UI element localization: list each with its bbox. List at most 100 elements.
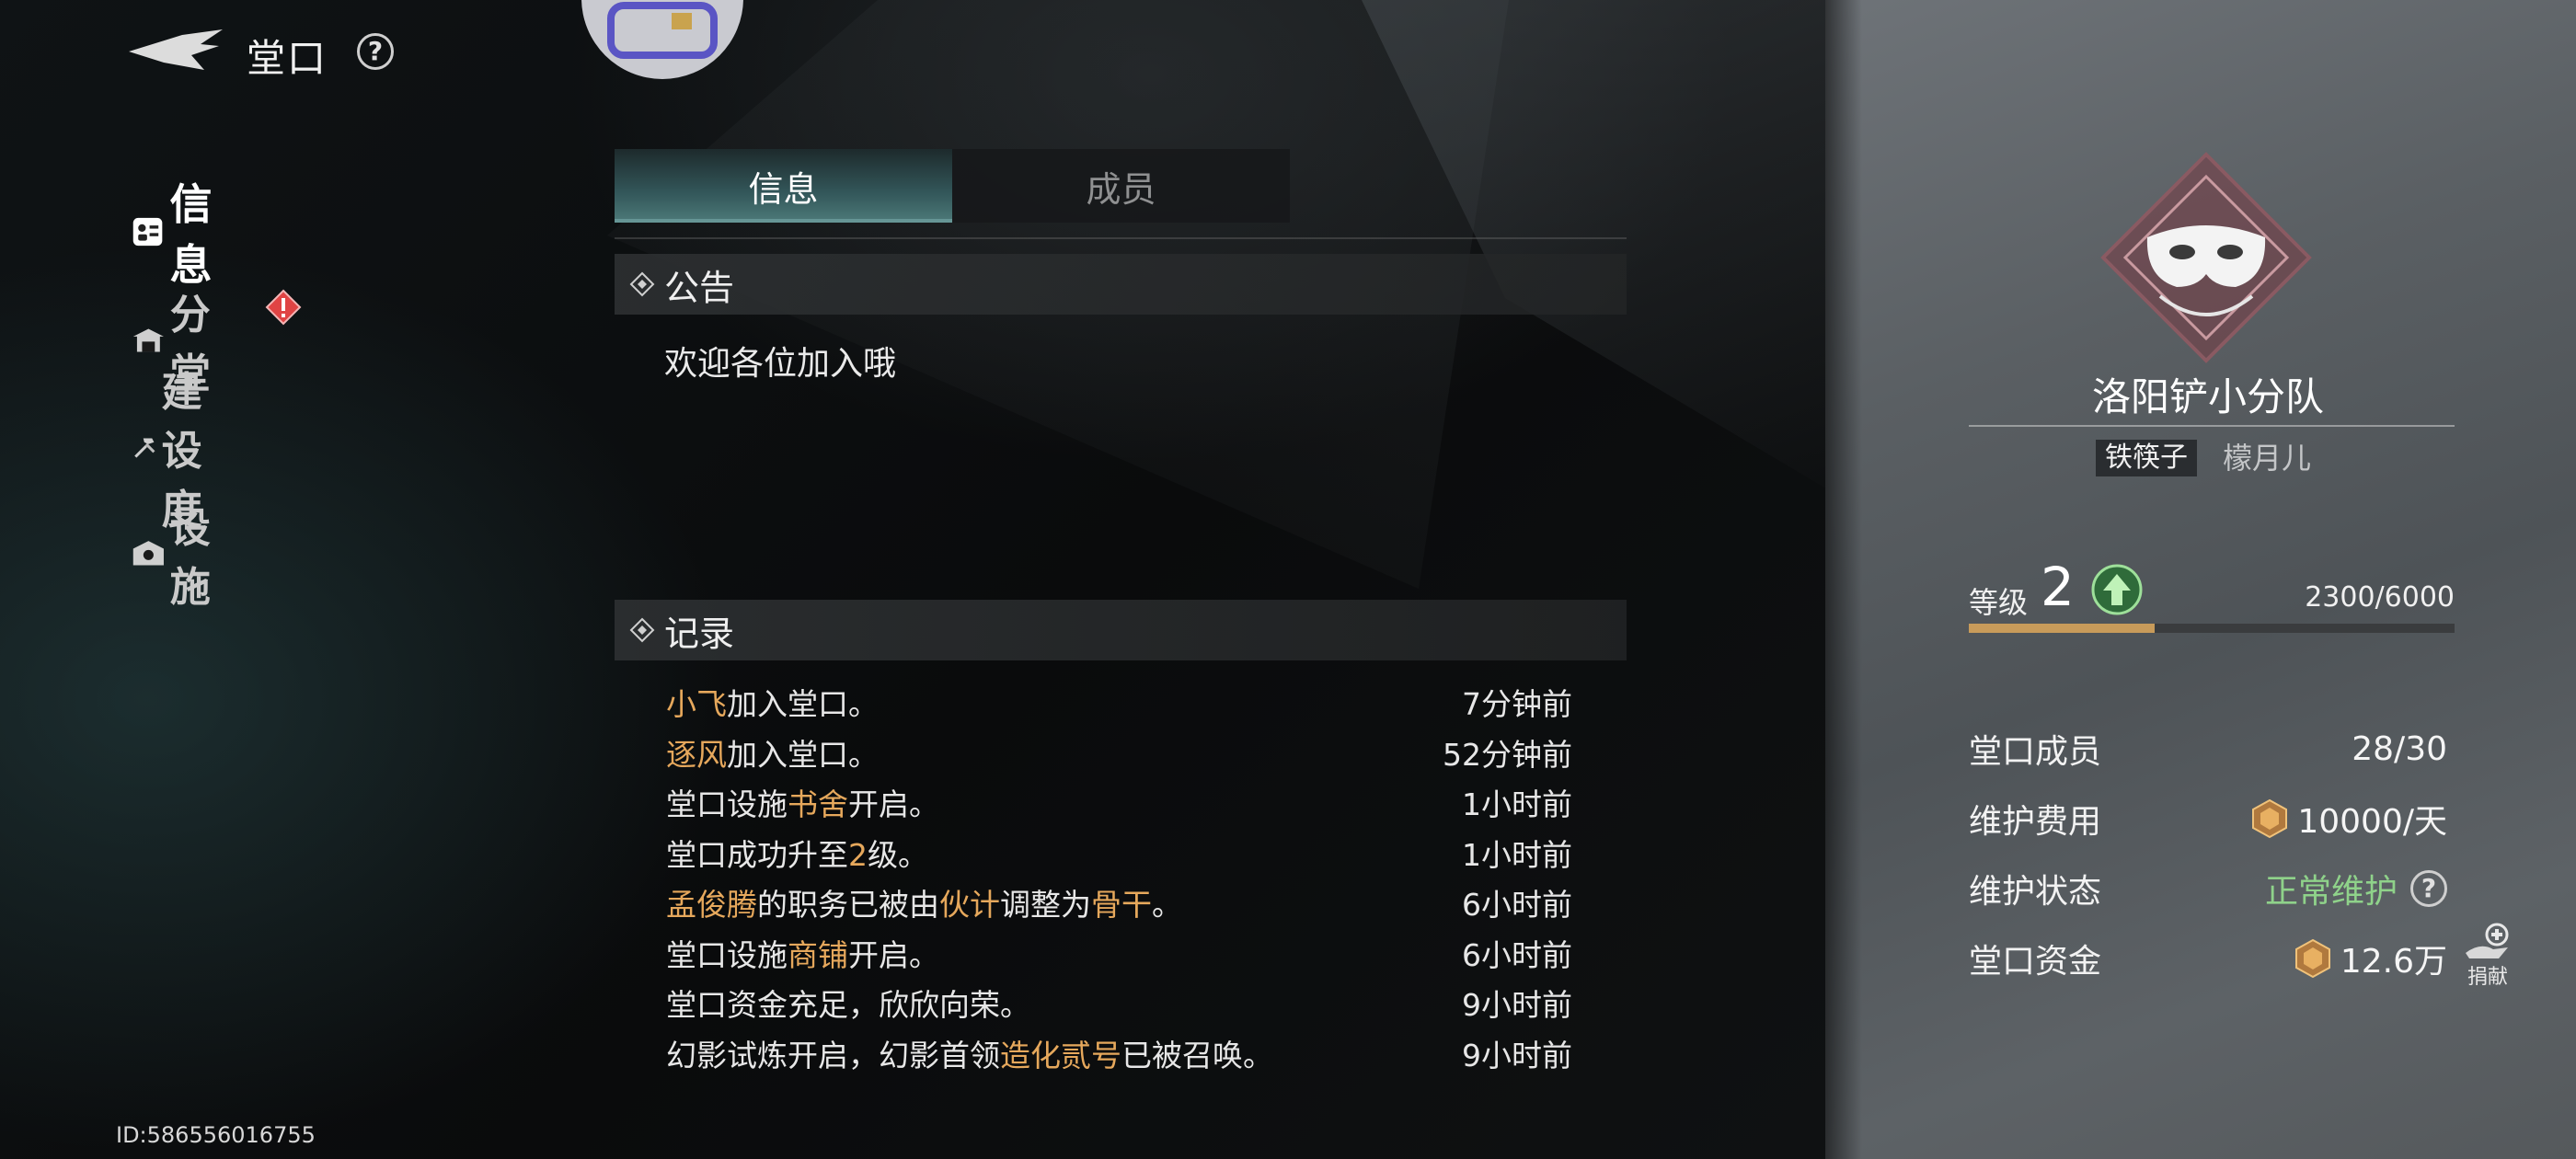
stat-label: 堂口成员 <box>1969 733 2102 771</box>
stat-value: 12.6万 <box>2340 943 2447 981</box>
notice-header: 公告 <box>615 254 1627 315</box>
record-fragment: 级。 <box>868 836 928 873</box>
record-fragment: 。 <box>1152 887 1182 923</box>
guild-emblem-mask-icon <box>2100 152 2312 363</box>
record-fragment: 堂口成功升至 <box>666 836 848 873</box>
diamond-bullet-icon <box>629 271 655 297</box>
record-text: 堂口资金充足，欣欣向荣。 <box>666 981 1030 1025</box>
record-highlight: 骨干 <box>1091 887 1152 923</box>
record-row: 孟俊腾的职务已被由伙计调整为骨干。 6小时前 <box>666 878 1572 927</box>
record-time: 6小时前 <box>1462 936 1572 973</box>
level-label: 等级 <box>1969 585 2029 620</box>
record-row: 逐风加入堂口。 52分钟前 <box>666 728 1572 777</box>
record-time: 1小时前 <box>1462 836 1572 873</box>
record-time: 9小时前 <box>1462 1037 1572 1073</box>
record-row: 堂口成功升至2级。 1小时前 <box>666 828 1572 878</box>
stat-value-wrap: 正常维护 ? <box>2265 865 2447 912</box>
record-text: 小飞加入堂口。 <box>666 680 879 724</box>
record-time: 1小时前 <box>1462 786 1572 822</box>
stat-value-wrap: 12.6万 <box>2293 935 2447 982</box>
stat-label: 维护费用 <box>1969 803 2102 841</box>
leader-name: 檬月儿 <box>2223 441 2312 476</box>
stat-label: 堂口资金 <box>1969 943 2102 981</box>
donate-icon <box>2466 923 2509 958</box>
record-row: 堂口设施商铺开启。 6小时前 <box>666 928 1572 978</box>
record-row: 幻影试炼开启，幻影首领造化贰号已被召唤。 9小时前 <box>666 1028 1572 1078</box>
coin-icon <box>2294 938 2330 979</box>
stat-upkeep-status: 维护状态 正常维护 ? <box>1969 861 2447 916</box>
record-fragment: 加入堂口。 <box>727 736 879 773</box>
record-fragment: 加入堂口。 <box>727 686 879 722</box>
record-highlight: 造化贰号 <box>1000 1037 1121 1073</box>
notice-title: 公告 <box>664 267 735 308</box>
record-text: 幻影试炼开启，幻影首领造化贰号已被召唤。 <box>666 1031 1273 1075</box>
record-highlight: 孟俊腾 <box>666 887 757 923</box>
nav-item-info[interactable]: 信息 <box>131 179 229 290</box>
nav-item-facility[interactable]: 设施 <box>131 505 227 611</box>
level-progress-fill <box>1969 624 2156 633</box>
record-time: 7分钟前 <box>1462 686 1572 722</box>
level-progress-text: 2300/6000 <box>2305 581 2455 614</box>
record-text: 堂口设施书舍开启。 <box>666 780 939 824</box>
divider <box>1969 425 2455 427</box>
facility-icon <box>132 541 164 566</box>
record-fragment: 堂口设施 <box>666 786 788 822</box>
info-card-icon <box>132 217 163 247</box>
donate-label: 捐献 <box>2467 966 2508 989</box>
hammer-tools-icon <box>134 438 155 458</box>
tab-info[interactable]: 信息 <box>615 149 952 223</box>
record-fragment: 已被召唤。 <box>1121 1037 1273 1073</box>
records-title: 记录 <box>664 613 735 654</box>
diamond-bullet-icon <box>629 617 655 643</box>
user-id: ID:586556016755 <box>116 1122 316 1148</box>
record-highlight: 小飞 <box>666 686 727 722</box>
stat-members: 堂口成员 28/30 <box>1969 721 2447 776</box>
coin-icon <box>2252 798 2288 839</box>
donate-button[interactable]: 捐献 <box>2462 922 2513 989</box>
record-text: 堂口成功升至2级。 <box>666 831 928 875</box>
records-header: 记录 <box>615 600 1627 660</box>
record-fragment: 的职务已被由 <box>757 887 939 923</box>
level-up-arrow-icon[interactable] <box>2090 563 2144 616</box>
record-row: 堂口资金充足，欣欣向荣。 9小时前 <box>666 978 1572 1027</box>
tab-bar: 信息 成员 <box>615 149 1290 223</box>
record-highlight: 2 <box>848 836 868 873</box>
tab-members[interactable]: 成员 <box>952 149 1290 223</box>
record-time: 9小时前 <box>1462 987 1572 1023</box>
nav-item-label: 信息 <box>169 179 213 290</box>
nav-item-label: 设施 <box>169 505 212 611</box>
record-highlight: 伙计 <box>939 887 1000 923</box>
level-progress-bar <box>1969 624 2455 633</box>
notice-text: 欢迎各位加入哦 <box>664 345 897 383</box>
stat-label: 维护状态 <box>1969 873 2102 911</box>
record-text: 逐风加入堂口。 <box>666 730 879 775</box>
record-time: 52分钟前 <box>1443 736 1572 773</box>
stat-upkeep-cost: 维护费用 10000/天 <box>1969 791 2447 846</box>
record-row: 小飞加入堂口。 7分钟前 <box>666 677 1572 727</box>
stat-value-wrap: 10000/天 <box>2249 795 2447 843</box>
record-fragment: 堂口资金充足，欣欣向荣。 <box>666 987 1030 1023</box>
record-text: 孟俊腾的职务已被由伙计调整为骨干。 <box>666 880 1182 924</box>
record-highlight: 商铺 <box>788 936 848 973</box>
record-highlight: 书舍 <box>788 786 848 822</box>
record-fragment: 堂口设施 <box>666 936 788 973</box>
record-text: 堂口设施商铺开启。 <box>666 931 939 975</box>
record-fragment: 调整为 <box>1000 887 1091 923</box>
level-value: 2 <box>2041 556 2075 618</box>
alert-badge-icon <box>265 289 302 326</box>
back-arrow-icon[interactable] <box>127 28 226 75</box>
record-time: 6小时前 <box>1462 887 1572 923</box>
record-row: 堂口设施书舍开启。 1小时前 <box>666 777 1572 827</box>
record-highlight: 逐风 <box>666 736 727 773</box>
record-fragment: 幻影试炼开启，幻影首领 <box>666 1037 1000 1073</box>
divider <box>615 237 1627 239</box>
role-tag: 铁筷子 <box>2096 440 2197 476</box>
stat-value: 10000/天 <box>2297 803 2447 841</box>
stat-funds: 堂口资金 12.6万 <box>1969 931 2447 986</box>
status-text: 正常维护 <box>2264 873 2398 911</box>
record-fragment: 开启。 <box>848 936 939 973</box>
help-icon[interactable]: ? <box>357 33 394 70</box>
help-icon[interactable]: ? <box>2410 870 2447 907</box>
nav-item-construction[interactable]: 建设度 <box>131 369 227 534</box>
page-title: 堂口 <box>247 36 328 81</box>
